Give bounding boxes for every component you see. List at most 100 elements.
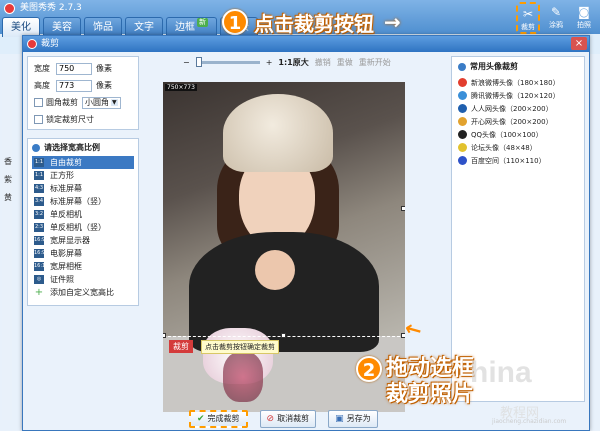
ratio-label: 自由裁剪	[50, 158, 82, 167]
dialog-title: 裁剪	[41, 39, 60, 49]
canvas-toolbar: − + 1:1原大 撤销 重做 重新开始	[183, 54, 433, 70]
right-toolbar: ✂ 裁剪 ✎ 涂鸦 ◙ 拍照	[516, 2, 596, 34]
tab-meihua[interactable]: 美化	[2, 17, 40, 37]
dialog-buttons: ✔ 完成裁剪 ⊘ 取消裁剪 ▣ 另存为	[189, 410, 378, 428]
ratio-item-widescreen[interactable]: 16:9 宽屏显示器	[32, 234, 134, 247]
tool-label: 涂鸦	[549, 21, 563, 29]
ratio-item-frame[interactable]: 16:10 宽屏相框	[32, 260, 134, 273]
save-as-button[interactable]: ▣ 另存为	[328, 410, 378, 428]
preset-label: 腾讯微博头像（120×120）	[471, 91, 560, 100]
ratio-item-3-2[interactable]: 3:2 单反相机	[32, 208, 134, 221]
ratio-icon: 3:4	[34, 197, 44, 206]
ratio-item-id-photo[interactable]: ◎ 证件照	[32, 273, 134, 286]
redo-button[interactable]: 重做	[337, 57, 353, 68]
photo-hand	[255, 250, 295, 290]
crop-tool-button[interactable]: ✂ 裁剪	[516, 2, 540, 34]
preset-label: 百度空间（110×110）	[471, 156, 546, 165]
bullet-icon	[32, 143, 40, 152]
crop-hint: 点击裁剪按钮确定裁剪	[201, 340, 279, 354]
annotation-text: 拖动选框	[386, 356, 475, 381]
original-size-button[interactable]: 1:1原大	[278, 57, 308, 68]
preset-heading: 常用头像裁剪	[470, 62, 518, 71]
height-input[interactable]	[56, 79, 92, 92]
button-label: 取消裁剪	[277, 414, 310, 423]
crop-handle[interactable]	[401, 333, 405, 338]
annotation-text: 裁剪照片	[386, 382, 475, 407]
button-label: 另存为	[346, 414, 371, 423]
tab-label: 饰品	[93, 22, 113, 33]
main-tabs: 美化 美容 饰品 文字 边框新 场景	[2, 17, 258, 37]
undo-button[interactable]: 撤销	[315, 57, 331, 68]
preset-qq[interactable]: QQ头像（100×100）	[458, 128, 578, 141]
annotation-step-1: 1 点击裁剪按钮 →	[222, 6, 401, 38]
preset-renren[interactable]: 人人网头像（200×200）	[458, 102, 578, 115]
qq-icon	[458, 130, 467, 139]
preset-label: 新浪微博头像（180×180）	[471, 78, 560, 87]
ratio-item-square[interactable]: 1:1 正方形	[32, 169, 134, 182]
ratio-item-movie[interactable]: 16:9 电影屏幕	[32, 247, 134, 260]
ratio-item-4-3[interactable]: 4:3 标准屏幕	[32, 182, 134, 195]
width-input[interactable]	[56, 62, 92, 75]
crop-handle[interactable]	[281, 333, 286, 338]
preset-tencent-weibo[interactable]: 腾讯微博头像（120×120）	[458, 89, 578, 102]
chevron-down-icon: ▼	[111, 99, 118, 106]
annotation-text: 点击裁剪按钮	[254, 11, 374, 36]
ratio-label: 宽屏显示器	[50, 236, 90, 245]
tab-shipin[interactable]: 饰品	[84, 17, 122, 37]
tab-wenzi[interactable]: 文字	[125, 17, 163, 37]
ratio-label: 单反相机	[50, 210, 82, 219]
image-size-tag: 750×773	[165, 84, 197, 91]
zoom-slider-knob[interactable]	[195, 56, 202, 67]
preset-panel: 常用头像裁剪 新浪微博头像（180×180） 腾讯微博头像（120×120） 人…	[451, 56, 585, 402]
scissors-icon: ✂	[522, 7, 534, 21]
save-icon: ▣	[335, 414, 344, 424]
crop-tag[interactable]: 裁剪	[169, 340, 193, 353]
ratio-item-free[interactable]: 1:1 自由裁剪	[32, 156, 134, 169]
tab-label: 边框	[175, 22, 195, 33]
preset-label: 开心网头像（200×200）	[471, 117, 553, 126]
photo-hat	[223, 94, 333, 172]
zoom-in-icon[interactable]: +	[266, 58, 273, 67]
weibo-icon	[458, 78, 467, 87]
ratio-label: 单反相机（竖）	[50, 223, 106, 232]
ratio-list: 请选择宽高比例 1:1 自由裁剪 1:1 正方形 4:3 标准屏幕 3:4 标准屏幕（竖…	[27, 138, 139, 306]
crop-handle[interactable]	[401, 206, 405, 211]
close-button[interactable]: ×	[571, 37, 587, 50]
ratio-icon: 16:9	[34, 236, 46, 245]
camera-icon: ◙	[578, 5, 590, 19]
add-ratio-label: 添加自定义宽高比	[50, 288, 114, 297]
done-crop-button[interactable]: ✔ 完成裁剪	[189, 410, 248, 428]
add-custom-ratio[interactable]: + 添加自定义宽高比	[32, 286, 134, 299]
reset-button[interactable]: 重新开始	[359, 57, 391, 68]
ratio-item-2-3[interactable]: 2:3 单反相机（竖）	[32, 221, 134, 234]
tab-biankuang[interactable]: 边框新	[166, 17, 217, 37]
round-crop-checkbox[interactable]	[34, 98, 43, 107]
ratio-item-3-4[interactable]: 3:4 标准屏幕（竖）	[32, 195, 134, 208]
preset-kaixin[interactable]: 开心网头像（200×200）	[458, 115, 578, 128]
tab-label: 文字	[134, 22, 154, 33]
preset-sina-weibo[interactable]: 新浪微博头像（180×180）	[458, 76, 578, 89]
camera-tool-button[interactable]: ◙ 拍照	[572, 2, 596, 34]
lock-size-checkbox[interactable]	[34, 115, 43, 124]
renren-icon	[458, 104, 467, 113]
app-logo-icon	[4, 3, 15, 14]
baidu-icon	[458, 156, 467, 165]
step-number-badge: 2	[356, 356, 382, 382]
zoom-slider[interactable]	[195, 56, 260, 67]
tool-label: 裁剪	[521, 23, 535, 31]
id-photo-icon: ◎	[34, 275, 44, 284]
doodle-tool-button[interactable]: ✎ 涂鸦	[544, 2, 568, 34]
round-style-select[interactable]: 小圆角 ▼	[82, 96, 121, 109]
round-style-value: 小圆角	[85, 98, 109, 107]
zoom-out-icon[interactable]: −	[183, 58, 190, 67]
preset-forum[interactable]: 论坛头像（48×48）	[458, 141, 578, 154]
crop-handle[interactable]	[163, 333, 166, 338]
tab-label: 美化	[11, 22, 31, 33]
cancel-icon: ⊘	[266, 414, 275, 424]
preset-baidu[interactable]: 百度空间（110×110）	[458, 154, 578, 167]
kaixin-icon	[458, 117, 467, 126]
ratio-icon: 16:9	[34, 249, 46, 258]
round-crop-label: 圆角裁剪	[46, 98, 78, 107]
cancel-crop-button[interactable]: ⊘ 取消裁剪	[259, 410, 317, 428]
tab-meirong[interactable]: 美容	[43, 17, 81, 37]
